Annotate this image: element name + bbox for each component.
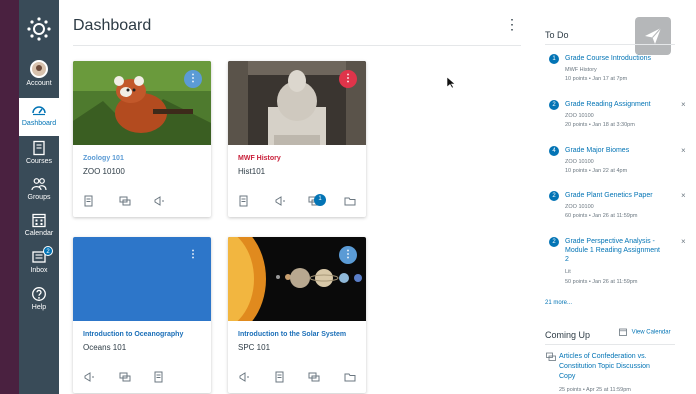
files-icon[interactable] bbox=[344, 194, 356, 206]
discussions-icon[interactable] bbox=[119, 194, 131, 206]
dismiss-icon[interactable]: × bbox=[681, 237, 686, 246]
send-message-button[interactable] bbox=[635, 17, 671, 55]
course-card-solar-system[interactable]: ⋮ Introduction to the Solar System SPC 1… bbox=[228, 237, 366, 393]
todo-course: ZOO 10100 bbox=[565, 113, 594, 119]
todo-more-link[interactable]: 21 more... bbox=[545, 300, 572, 306]
course-card-history[interactable]: ⋮ MWF History Hist101 1 bbox=[228, 61, 366, 217]
coming-up-title[interactable]: Articles of Confederation vs. Constituti… bbox=[559, 352, 661, 382]
todo-meta: 10 points • Jan 22 at 4pm bbox=[565, 168, 628, 174]
course-name[interactable]: Introduction to Oceanography bbox=[83, 331, 183, 338]
todo-title[interactable]: Grade Plant Genetics Paper bbox=[565, 191, 661, 200]
app-frame: Account Dashboard Courses Groups Calenda… bbox=[19, 0, 696, 394]
calendar-icon bbox=[32, 213, 46, 228]
dismiss-icon[interactable]: × bbox=[681, 146, 686, 155]
nav-account-label: Account bbox=[26, 80, 52, 87]
canvas-logo-icon[interactable] bbox=[26, 16, 52, 42]
todo-course: MWF History bbox=[565, 67, 597, 73]
dismiss-icon[interactable]: × bbox=[681, 191, 686, 200]
discussions-icon[interactable] bbox=[119, 370, 131, 382]
course-code: SPC 101 bbox=[238, 343, 271, 352]
todo-heading: To Do bbox=[545, 30, 569, 40]
todo-meta: 20 points • Jan 18 at 3:30pm bbox=[565, 122, 635, 128]
todo-count-badge: 2 bbox=[549, 191, 559, 201]
announcements-icon[interactable] bbox=[153, 194, 165, 206]
course-card-oceanography[interactable]: ⋮ Introduction to Oceanography Oceans 10… bbox=[73, 237, 211, 393]
book-icon bbox=[33, 140, 45, 156]
card-options-button[interactable]: ⋮ bbox=[184, 70, 202, 88]
assignments-icon[interactable] bbox=[274, 370, 286, 383]
mouse-cursor-icon bbox=[447, 77, 455, 89]
inbox-badge: 2 bbox=[43, 246, 53, 256]
course-name[interactable]: MWF History bbox=[238, 155, 281, 162]
course-code: Oceans 101 bbox=[83, 343, 127, 352]
discussions-icon[interactable]: 1 bbox=[308, 194, 326, 206]
nav-calendar-label: Calendar bbox=[24, 230, 54, 237]
dashboard-options-button[interactable]: ⋮ bbox=[505, 17, 519, 31]
todo-course: Lit bbox=[565, 269, 571, 275]
todo-divider bbox=[545, 44, 675, 45]
assignments-icon[interactable] bbox=[83, 194, 95, 207]
card-options-button[interactable]: ⋮ bbox=[184, 246, 202, 264]
right-sidebar: To Do 1 Grade Course Introductions MWF H… bbox=[539, 0, 696, 394]
paper-plane-icon bbox=[645, 27, 662, 44]
todo-course: ZOO 10100 bbox=[565, 204, 594, 210]
assignments-icon[interactable] bbox=[153, 370, 165, 383]
nav-inbox-label: Inbox bbox=[30, 267, 48, 274]
todo-count-badge: 2 bbox=[549, 100, 559, 110]
todo-course: ZOO 10100 bbox=[565, 159, 594, 165]
todo-title[interactable]: Grade Course Introductions bbox=[565, 54, 661, 63]
course-card-zoology[interactable]: ⋮ Zoology 101 ZOO 10100 bbox=[73, 61, 211, 217]
announcements-icon[interactable] bbox=[274, 194, 286, 206]
todo-count-badge: 4 bbox=[549, 146, 559, 156]
groups-icon bbox=[31, 178, 47, 191]
nav-courses[interactable]: Courses bbox=[19, 140, 59, 165]
nav-dashboard-label: Dashboard bbox=[21, 120, 57, 127]
avatar bbox=[30, 60, 48, 78]
nav-help-label: Help bbox=[31, 304, 47, 311]
course-code: Hist101 bbox=[238, 167, 266, 176]
course-code: ZOO 10100 bbox=[83, 167, 125, 176]
coming-up-meta: 25 points • Apr 25 at 11:59pm bbox=[559, 387, 631, 393]
card-options-button[interactable]: ⋮ bbox=[339, 70, 357, 88]
coming-up-heading: Coming Up bbox=[545, 330, 591, 340]
announcements-icon[interactable] bbox=[238, 370, 250, 382]
title-divider bbox=[73, 45, 521, 46]
nav-account[interactable]: Account bbox=[19, 60, 59, 87]
nav-groups[interactable]: Groups bbox=[19, 176, 59, 201]
course-name[interactable]: Introduction to the Solar System bbox=[238, 331, 346, 338]
nav-courses-label: Courses bbox=[25, 158, 53, 165]
todo-title[interactable]: Grade Reading Assignment bbox=[565, 100, 661, 109]
todo-meta: 10 points • Jan 17 at 7pm bbox=[565, 76, 628, 82]
dismiss-icon[interactable]: × bbox=[681, 100, 686, 109]
assignments-icon[interactable] bbox=[238, 194, 250, 207]
todo-title[interactable]: Grade Perspective Analysis - Module 1 Re… bbox=[565, 237, 661, 264]
page-title: Dashboard bbox=[73, 17, 152, 34]
discussions-icon[interactable] bbox=[308, 370, 320, 382]
nav-calendar[interactable]: Calendar bbox=[19, 212, 59, 237]
todo-title[interactable]: Grade Major Biomes bbox=[565, 146, 661, 155]
nav-inbox[interactable]: 2 Inbox bbox=[19, 246, 59, 274]
dashboard-icon bbox=[32, 106, 46, 116]
files-icon[interactable] bbox=[344, 370, 356, 382]
course-name[interactable]: Zoology 101 bbox=[83, 155, 124, 162]
todo-meta: 60 points • Jan 26 at 11:59pm bbox=[565, 213, 638, 219]
nav-help[interactable]: Help bbox=[19, 286, 59, 311]
nav-dashboard[interactable]: Dashboard bbox=[19, 98, 59, 136]
global-nav: Account Dashboard Courses Groups Calenda… bbox=[19, 0, 59, 394]
todo-meta: 50 points • Jan 26 at 11:59pm bbox=[565, 279, 638, 285]
help-icon bbox=[32, 287, 46, 301]
card-options-button[interactable]: ⋮ bbox=[339, 246, 357, 264]
view-calendar-link[interactable]: View Calendar bbox=[619, 328, 671, 336]
unread-count-badge: 1 bbox=[314, 194, 326, 206]
nav-groups-label: Groups bbox=[27, 194, 51, 201]
announcements-icon[interactable] bbox=[83, 370, 95, 382]
coming-up-divider bbox=[545, 344, 675, 345]
discussion-icon bbox=[546, 352, 556, 361]
view-calendar-label: View Calendar bbox=[631, 329, 671, 336]
todo-count-badge: 1 bbox=[549, 54, 559, 64]
todo-count-badge: 2 bbox=[549, 237, 559, 247]
calendar-icon bbox=[619, 328, 627, 336]
